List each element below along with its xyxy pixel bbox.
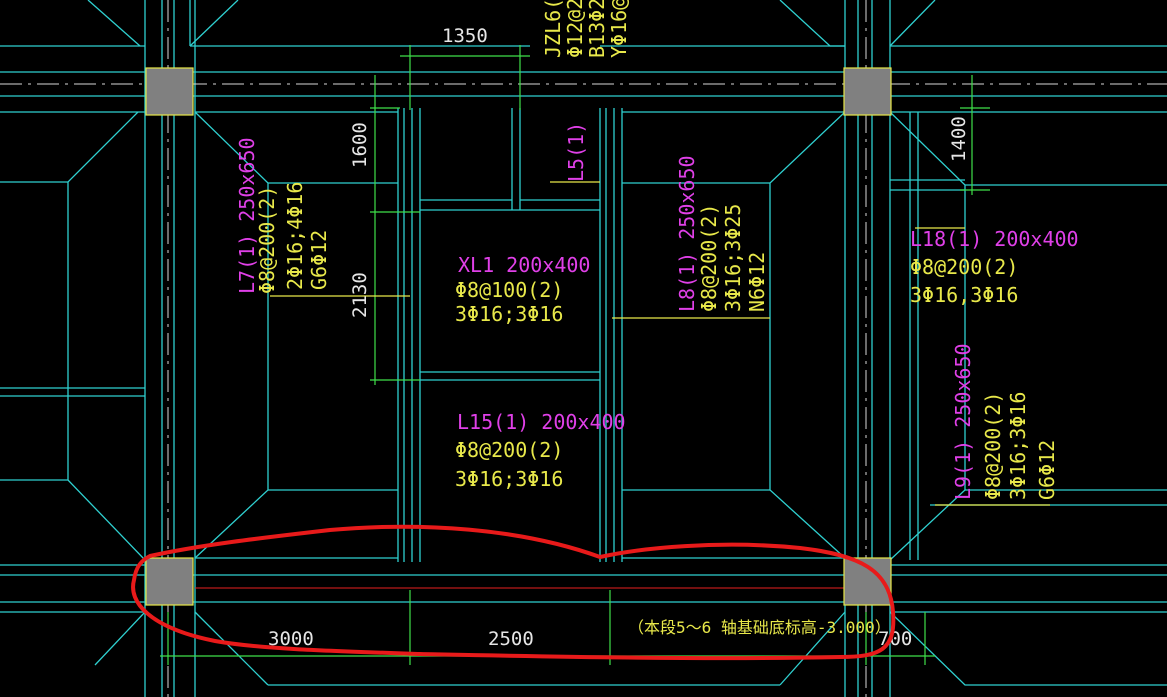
l8-name: L8(1) 250x650 <box>675 155 699 312</box>
l8-bars: 3Φ16;3Φ25 <box>721 204 745 312</box>
xl1-name: XL1 200x400 <box>458 253 590 277</box>
dim-1350: 1350 <box>442 25 488 47</box>
dim-1600: 1600 <box>349 122 371 168</box>
foundation-elevation-note: （本段5～6 轴基础底标高-3.000） <box>628 618 891 637</box>
l9-stirrup: Φ8@200(2) <box>981 392 1005 500</box>
beam-label-l7[interactable]: L7(1) 250x650 Φ8@200(2) 2Φ16;4Φ16 G6Φ12 <box>235 137 331 294</box>
dim-2130: 2130 <box>349 272 371 318</box>
jzl6-bars: B13Φ25 <box>585 0 609 58</box>
beam-label-l9[interactable]: L9(1) 250x650 Φ8@200(2) 3Φ16;3Φ16 G6Φ12 <box>951 343 1059 500</box>
column-top-left[interactable] <box>145 67 194 116</box>
l15-name: L15(1) 200x400 <box>457 410 626 434</box>
l7-side: G6Φ12 <box>307 230 331 290</box>
xl1-bars: 3Φ16;3Φ16 <box>455 302 563 326</box>
column-bottom-left[interactable] <box>145 557 194 606</box>
dim-2500: 2500 <box>488 628 534 650</box>
l9-name: L9(1) 250x650 <box>951 343 975 500</box>
jzl6-stirrup: Φ12@20 <box>563 0 587 58</box>
l18-stirrup: Φ8@200(2) <box>910 255 1018 279</box>
beam-label-xl1[interactable]: XL1 200x400 Φ8@100(2) 3Φ16;3Φ16 <box>455 253 590 326</box>
l15-stirrup: Φ8@200(2) <box>455 438 563 462</box>
jzl6-name: JZL6(3 <box>541 0 565 58</box>
l9-bars: 3Φ16;3Φ16 <box>1006 392 1030 500</box>
cad-drawing-canvas[interactable]: 1350 1600 2130 1400 3000 2500 700 JZL6(3… <box>0 0 1167 697</box>
l8-stirrup: Φ8@200(2) <box>697 204 721 312</box>
l18-name: L18(1) 200x400 <box>910 227 1079 251</box>
beam-label-l8[interactable]: L8(1) 250x650 Φ8@200(2) 3Φ16;3Φ25 N6Φ12 <box>675 155 769 312</box>
l9-side: G6Φ12 <box>1035 440 1059 500</box>
column-top-right[interactable] <box>843 67 892 116</box>
l15-bars: 3Φ16;3Φ16 <box>455 467 563 491</box>
xl1-stirrup: Φ8@100(2) <box>455 278 563 302</box>
l18-bars: 3Φ16,3Φ16 <box>910 283 1018 307</box>
beam-label-jzl6[interactable]: JZL6(3 Φ12@20 B13Φ25 YΦ16@30 <box>541 0 631 58</box>
beam-label-l5[interactable]: L5(1) <box>564 122 588 182</box>
dim-1400: 1400 <box>948 116 970 162</box>
l8-side: N6Φ12 <box>745 252 769 312</box>
jzl6-extra: YΦ16@30 <box>607 0 631 58</box>
l7-bars: 2Φ16;4Φ16 <box>283 182 307 290</box>
l7-stirrup: Φ8@200(2) <box>255 186 279 294</box>
beam-label-l18[interactable]: L18(1) 200x400 Φ8@200(2) 3Φ16,3Φ16 <box>910 227 1079 307</box>
